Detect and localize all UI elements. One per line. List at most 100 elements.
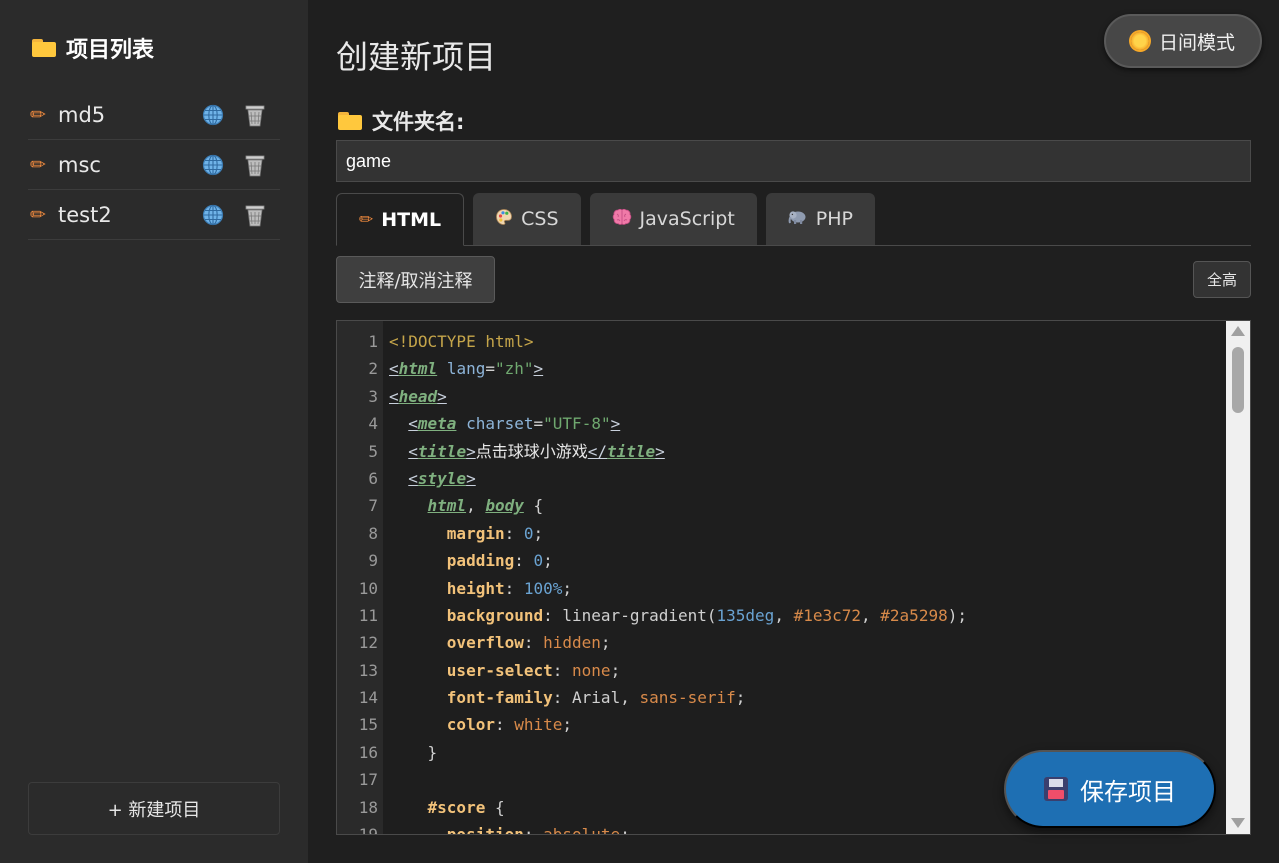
folder-name-input[interactable] [336,140,1251,182]
line-number: 9 [368,551,378,571]
code-token: ; [610,660,621,680]
line-code[interactable]: background: linear-gradient(135deg, #1e3… [389,602,967,629]
code-token: < [408,468,418,488]
code-line[interactable]: 12 overflow: hidden; [337,629,1227,656]
code-line[interactable]: 9 padding: 0; [337,547,1227,574]
code-token: meta [417,414,457,434]
code-line[interactable]: 15 color: white; [337,711,1227,738]
code-token: : [494,715,515,735]
line-code[interactable]: } [389,739,438,766]
code-line[interactable]: 14 font-family: Arial, sans-serif; [337,684,1227,711]
line-code[interactable]: <!DOCTYPE html> [389,328,534,355]
line-code[interactable]: <head> [389,383,447,410]
line-code[interactable]: font-family: Arial, sans-serif; [389,684,746,711]
scroll-up-arrow-icon[interactable] [1231,326,1245,336]
code-token: : [504,578,524,598]
tab-html[interactable]: ✏ HTML [336,193,465,246]
line-number: 14 [358,688,378,708]
tab-javascript[interactable]: JavaScript [589,193,757,245]
project-name[interactable]: md5 [58,103,184,127]
folder-name-label: 文件夹名: [338,106,464,136]
toggle-comment-button[interactable]: 注释/取消注释 [336,256,495,303]
code-token: { [485,797,505,817]
line-number: 15 [358,715,378,735]
trash-icon[interactable] [242,152,268,178]
code-line[interactable]: 11 background: linear-gradient(135deg, #… [337,602,1227,629]
project-list: ✏ md5 ✏ msc ✏ test2 [28,90,280,240]
code-line[interactable]: 8 margin: 0; [337,520,1227,547]
code-token: #1e3c72 [793,605,862,625]
code-token: hidden [543,633,601,653]
pencil-icon: ✏ [30,103,46,126]
globe-icon[interactable] [200,102,226,128]
project-name[interactable]: msc [58,153,184,177]
code-token: color [446,715,495,735]
code-line[interactable]: 3 <head> [337,383,1227,410]
code-line[interactable]: 1 <!DOCTYPE html> [337,328,1227,355]
line-code[interactable]: <style> [389,465,475,492]
code-line[interactable]: 7 html, body { [337,492,1227,519]
project-item-test2[interactable]: ✏ test2 [28,190,280,240]
tab-php[interactable]: PHP [765,193,875,245]
code-token: = [533,414,544,434]
code-token: #2a5298 [880,605,948,625]
trash-icon[interactable] [242,202,268,228]
project-item-md5[interactable]: ✏ md5 [28,90,280,140]
code-line[interactable]: 5 <title>点击球球小游戏</title> [337,438,1227,465]
line-code[interactable]: color: white; [389,711,572,738]
code-token: lang [446,359,486,379]
code-token: = [485,359,495,379]
brain-icon [612,208,632,231]
globe-icon[interactable] [200,152,226,178]
line-number: 1 [368,332,378,351]
code-token: > [533,359,544,379]
line-code[interactable]: <meta charset="UTF-8"> [389,410,620,437]
line-code[interactable]: overflow: hidden; [389,629,611,656]
line-code[interactable]: #score { [389,794,505,821]
code-line[interactable]: 10 height: 100%; [337,575,1227,602]
scroll-down-arrow-icon[interactable] [1231,818,1245,828]
line-code[interactable]: <html lang="zh"> [389,355,543,382]
scrollbar-thumb[interactable] [1232,347,1244,413]
new-project-button[interactable]: + 新建项目 [28,782,280,835]
save-project-button[interactable]: 保存项目 [1004,750,1216,828]
line-code[interactable]: padding: 0; [389,547,553,574]
line-code[interactable]: position: absolute; [389,821,630,834]
code-token: 0 [523,523,534,543]
line-code[interactable]: user-select: none; [389,657,620,684]
line-code[interactable]: html, body { [389,492,544,519]
code-line[interactable]: 2 <html lang="zh"> [337,355,1227,382]
mode-toggle-label: 日间模式 [1158,31,1235,54]
tab-label: CSS [521,208,559,230]
code-line[interactable]: 13 user-select: none; [337,657,1227,684]
code-line[interactable]: 4 <meta charset="UTF-8"> [337,410,1227,437]
globe-icon[interactable] [200,202,226,228]
code-token: title [417,441,467,461]
pencil-icon: ✏ [30,153,46,176]
code-line[interactable]: 6 <style> [337,465,1227,492]
trash-icon[interactable] [242,102,268,128]
code-token: ; [533,523,544,543]
line-code[interactable]: <title>点击球球小游戏</title> [389,438,665,465]
line-code[interactable]: height: 100%; [389,575,572,602]
project-name[interactable]: test2 [58,203,184,227]
sidebar-title: 项目列表 [32,30,280,66]
day-mode-toggle[interactable]: 日间模式 [1104,14,1262,68]
line-code[interactable]: margin: 0; [389,520,543,547]
code-token: 100% [523,578,563,598]
code-token: < [389,386,399,406]
full-height-button[interactable]: 全高 [1193,261,1251,298]
app-root: 项目列表 ✏ md5 ✏ msc ✏ test2 + 新建项目 创建新项目 日间… [0,0,1279,863]
line-number: 13 [358,660,378,680]
editor-scrollbar[interactable] [1226,321,1250,834]
project-item-msc[interactable]: ✏ msc [28,140,280,190]
code-token: "UTF-8" [543,414,611,434]
code-token: ); [947,605,967,625]
tab-css[interactable]: CSS [473,193,581,245]
